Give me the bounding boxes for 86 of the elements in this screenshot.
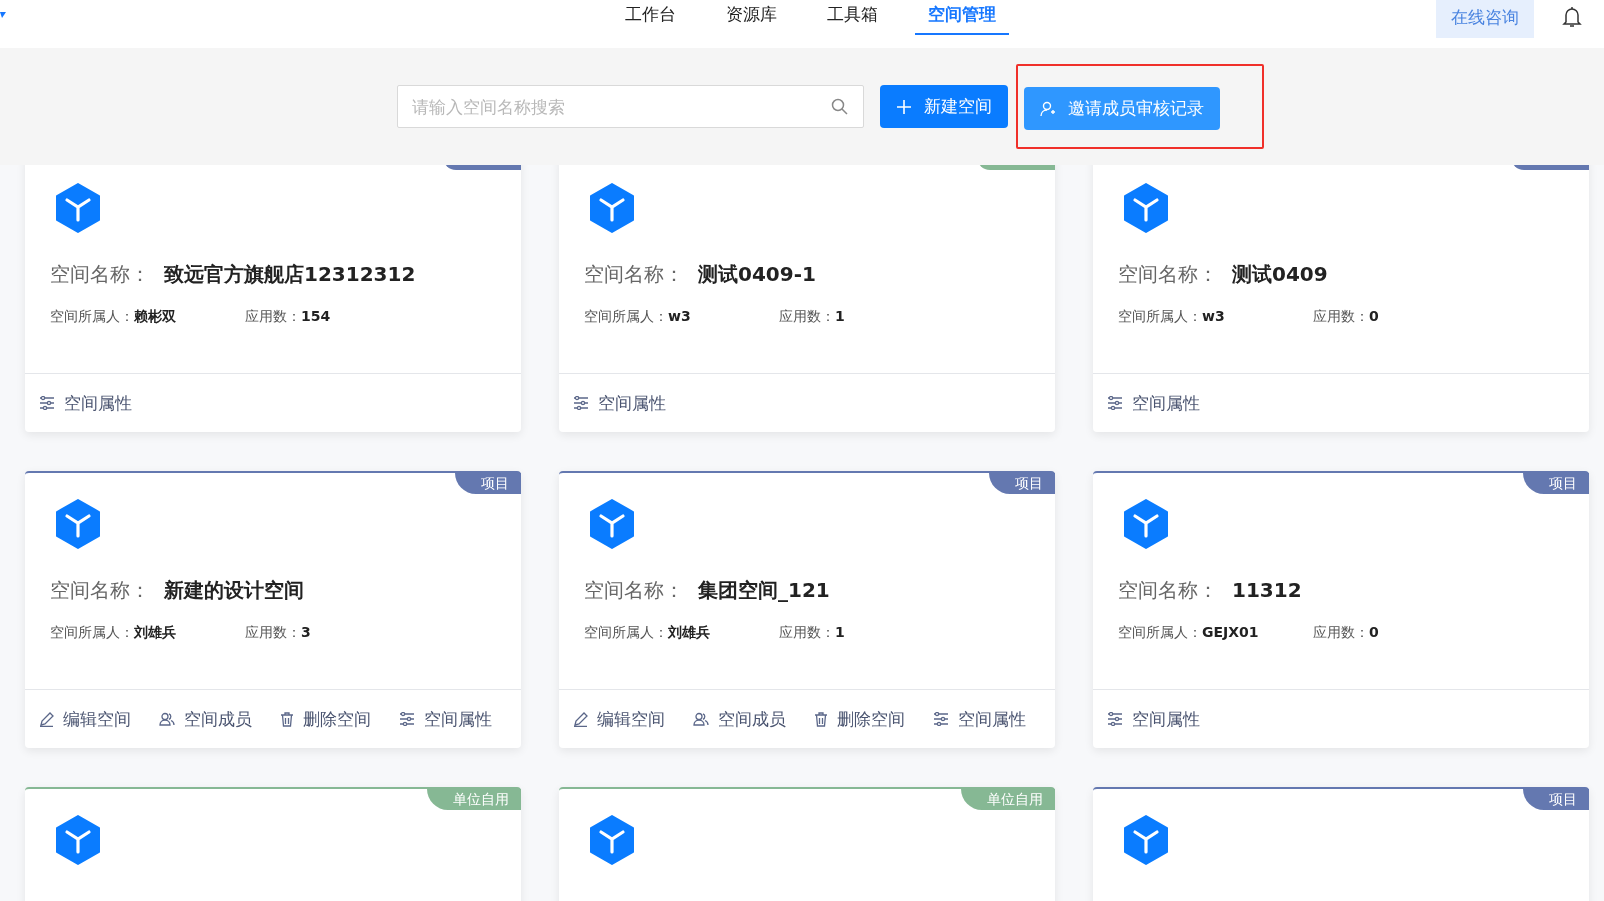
- app-count: 154: [301, 308, 331, 324]
- owner-name: 刘雄兵: [134, 624, 176, 642]
- user-add-icon: [1040, 100, 1056, 117]
- space-name: 集团空间_121: [698, 577, 830, 604]
- field-label: 应用数：: [1313, 308, 1369, 324]
- card-action-link[interactable]: 空间属性: [39, 391, 132, 415]
- field-label: 空间名称：: [584, 261, 684, 288]
- cube-icon: [589, 499, 635, 549]
- card-action-link[interactable]: 空间成员: [693, 707, 786, 731]
- app-count: 1: [835, 624, 845, 640]
- app-count: 3: [301, 624, 311, 640]
- search-field[interactable]: 请输入空间名称搜索: [397, 85, 864, 128]
- type-tag: 单位自用: [427, 789, 521, 810]
- cube-icon: [55, 183, 101, 233]
- card-action-link[interactable]: 删除空间: [814, 707, 905, 731]
- field-label: 空间所属人：: [584, 624, 668, 642]
- field-label: 应用数：: [245, 308, 301, 324]
- cube-icon: [1123, 815, 1169, 865]
- type-tag: 项目: [1523, 473, 1589, 494]
- space-name: 测试0409-1: [698, 261, 816, 288]
- field-label: 空间所属人：: [1118, 624, 1202, 642]
- owner-name: 赖彬双: [134, 308, 176, 326]
- sliders-icon: [39, 396, 55, 410]
- field-label: 空间名称：: [50, 577, 150, 604]
- sliders-icon: [1107, 712, 1123, 726]
- app-count: 0: [1369, 624, 1379, 640]
- field-label: 空间名称：: [1118, 577, 1218, 604]
- pencil-icon: [39, 711, 54, 727]
- card-action-link[interactable]: 编辑空间: [573, 707, 665, 731]
- cube-icon: [589, 183, 635, 233]
- owner-name: GEJX01: [1202, 624, 1259, 642]
- trash-icon: [280, 711, 294, 727]
- app-count: 0: [1369, 308, 1379, 324]
- cube-icon: [1123, 183, 1169, 233]
- nav-tab[interactable]: 工作台: [612, 0, 689, 35]
- bell-icon[interactable]: [1562, 6, 1582, 28]
- nav-tab[interactable]: 资源库: [713, 0, 790, 35]
- space-name: 致远官方旗舰店12312312: [164, 261, 416, 288]
- field-label: 应用数：: [1313, 624, 1369, 640]
- card-action-link[interactable]: 空间属性: [573, 391, 666, 415]
- space-name: 新建的设计空间: [164, 577, 304, 604]
- field-label: 空间所属人：: [50, 624, 134, 642]
- sliders-icon: [573, 396, 589, 410]
- card-action-link[interactable]: 空间成员: [159, 707, 252, 731]
- trash-icon: [814, 711, 828, 727]
- sliders-icon: [1107, 396, 1123, 410]
- card-action-link[interactable]: 编辑空间: [39, 707, 131, 731]
- type-tag: 项目: [455, 473, 521, 494]
- card-action-link[interactable]: 空间属性: [399, 707, 492, 731]
- type-tag: 项目: [989, 473, 1055, 494]
- space-name: 11312: [1232, 578, 1302, 602]
- field-label: 应用数：: [245, 624, 301, 640]
- field-label: 空间名称：: [584, 577, 684, 604]
- space-name: 测试0409: [1232, 261, 1328, 288]
- field-label: 空间名称：: [1118, 261, 1218, 288]
- sliders-icon: [933, 712, 949, 726]
- plus-icon: [896, 98, 912, 115]
- users-icon: [693, 712, 709, 726]
- cube-icon: [55, 499, 101, 549]
- field-label: 空间所属人：: [50, 308, 134, 326]
- cube-icon: [55, 815, 101, 865]
- field-label: 应用数：: [779, 624, 835, 640]
- nav-tab[interactable]: 工具箱: [814, 0, 891, 35]
- nav-tab[interactable]: 空间管理: [915, 0, 1009, 35]
- card-action-link[interactable]: 空间属性: [1107, 391, 1200, 415]
- card-action-link[interactable]: 空间属性: [1107, 707, 1200, 731]
- logo-icon: [0, 12, 6, 18]
- cube-icon: [589, 815, 635, 865]
- type-tag: 单位自用: [961, 789, 1055, 810]
- pencil-icon: [573, 711, 588, 727]
- sliders-icon: [399, 712, 415, 726]
- field-label: 空间名称：: [50, 261, 150, 288]
- new-space-button[interactable]: 新建空间: [880, 85, 1008, 128]
- field-label: 空间所属人：: [1118, 308, 1202, 326]
- users-icon: [159, 712, 175, 726]
- owner-name: w3: [668, 308, 691, 326]
- type-tag: 项目: [1523, 789, 1589, 810]
- search-icon: [831, 98, 848, 115]
- card-action-link[interactable]: 删除空间: [280, 707, 371, 731]
- card-action-link[interactable]: 空间属性: [933, 707, 1026, 731]
- cube-icon: [1123, 499, 1169, 549]
- owner-name: 刘雄兵: [668, 624, 710, 642]
- field-label: 应用数：: [779, 308, 835, 324]
- owner-name: w3: [1202, 308, 1225, 326]
- app-count: 1: [835, 308, 845, 324]
- field-label: 空间所属人：: [584, 308, 668, 326]
